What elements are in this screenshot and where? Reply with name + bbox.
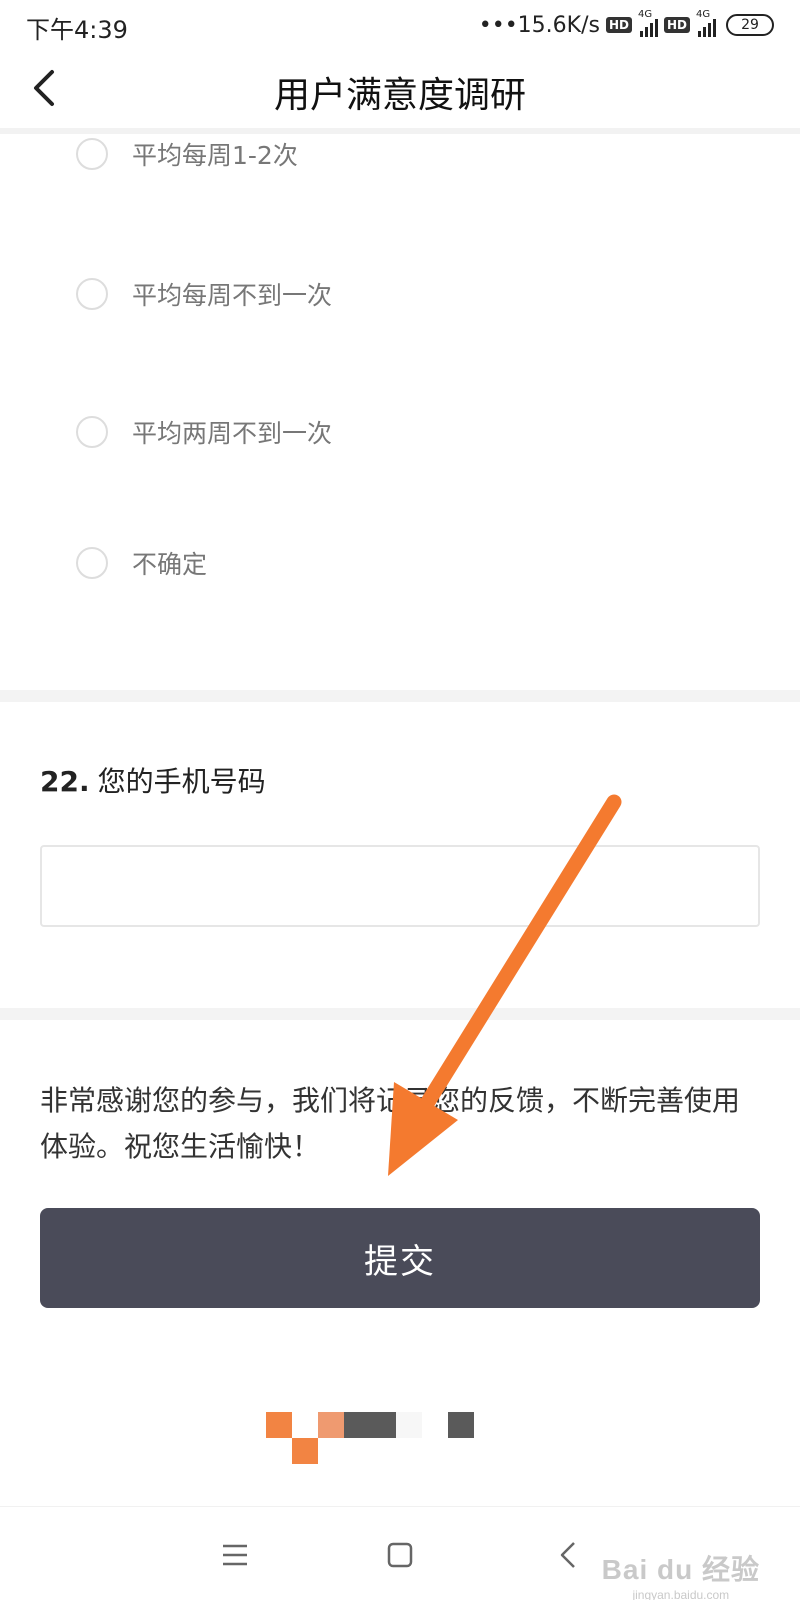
radio-button[interactable] — [76, 416, 108, 448]
question-title: 22. 您的手机号码 — [40, 760, 266, 800]
option-label: 平均每周不到一次 — [132, 281, 333, 310]
network-type: 4G — [637, 9, 653, 20]
home-button[interactable] — [372, 1527, 428, 1583]
status-time: 下午4:39 — [26, 16, 128, 44]
watermark: Bai du 经验 jingyan.baidu.com — [602, 1548, 760, 1600]
option-not-sure[interactable]: 不确定 — [76, 543, 207, 583]
question-text: 您的手机号码 — [97, 765, 266, 798]
radio-button[interactable] — [76, 138, 108, 170]
more-dots: ••• — [478, 12, 518, 38]
status-bar: 下午4:39 •••15.6K/s HD 4G HD 4G 29 — [0, 0, 800, 50]
option-biweekly-less-than-once[interactable]: 平均两周不到一次 — [76, 412, 332, 452]
signal-bar — [649, 23, 653, 37]
status-indicators: •••15.6K/s HD 4G HD 4G 29 — [479, 9, 774, 40]
radio-button[interactable] — [76, 278, 108, 310]
network-type-2: 4G — [696, 9, 711, 20]
signal-bar — [708, 23, 711, 37]
home-square-icon — [387, 1542, 413, 1568]
submit-button[interactable]: 提交 — [40, 1208, 760, 1308]
option-weekly-less-than-once[interactable]: 平均每周不到一次 — [76, 274, 332, 314]
signal-bar — [698, 31, 701, 37]
logo-mosaic — [266, 1412, 484, 1468]
network-speed: •••15.6K/s — [479, 13, 600, 38]
signal-bar — [654, 19, 658, 37]
nav-back-button[interactable] — [540, 1527, 596, 1583]
section-divider — [0, 690, 800, 702]
annotation-arrow — [388, 794, 622, 1176]
hd-badge: HD — [605, 17, 632, 33]
thanks-message: 非常感谢您的参与，我们将记录您的反馈，不断完善使用体验。祝您生活愉快！ — [40, 1084, 741, 1163]
signal-icon-2: 4G — [696, 9, 716, 37]
question-number: 22. — [40, 765, 90, 798]
option-weekly-1-2[interactable]: 平均每周1-2次 — [76, 134, 298, 174]
signal-bar — [713, 19, 716, 37]
option-label: 平均两周不到一次 — [132, 419, 333, 448]
signal-bar — [703, 27, 706, 37]
radio-button[interactable] — [76, 547, 108, 579]
battery-icon: 29 — [726, 14, 774, 36]
signal-bar — [639, 31, 643, 37]
watermark-brand: Bai du 经验 — [601, 1554, 760, 1585]
back-triangle-icon — [560, 1542, 575, 1568]
signal-icon: 4G — [638, 9, 658, 37]
watermark-url: jingyan.baidu.com — [632, 1588, 730, 1600]
network-speed-value: 15.6K/s — [517, 12, 600, 38]
option-label: 不确定 — [132, 550, 208, 579]
app-header: 用户满意度调研 — [0, 50, 800, 130]
section-divider-2 — [0, 1008, 800, 1020]
phone-number-input[interactable] — [40, 845, 760, 927]
menu-icon — [223, 1544, 247, 1566]
menu-button[interactable] — [207, 1527, 263, 1583]
page-title: 用户满意度调研 — [273, 75, 526, 116]
signal-bar — [644, 27, 648, 37]
hd-badge-2: HD — [663, 17, 690, 33]
battery-level: 29 — [741, 17, 759, 33]
option-label: 平均每周1-2次 — [132, 141, 298, 170]
